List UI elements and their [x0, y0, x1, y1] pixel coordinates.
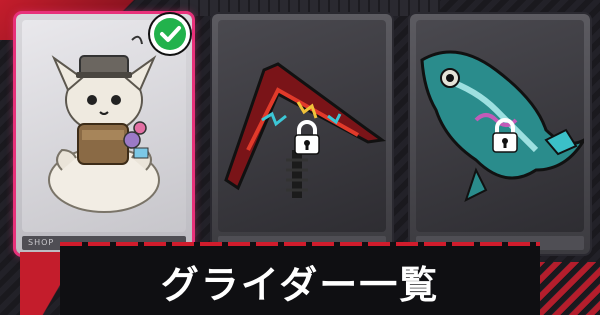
title-banner: グライダー一覧: [60, 242, 540, 315]
glider-card-3-art-area: [416, 20, 584, 232]
page-title: グライダー一覧: [160, 263, 440, 307]
glider-card-2[interactable]: [212, 14, 392, 254]
lock-icon: [294, 120, 320, 155]
glider-card-3[interactable]: [410, 14, 590, 254]
lock-icon: [492, 118, 518, 153]
title-banner-accent: [60, 242, 540, 246]
equipped-check-icon: [150, 14, 190, 54]
glider-card-2-art-area: [218, 20, 386, 232]
